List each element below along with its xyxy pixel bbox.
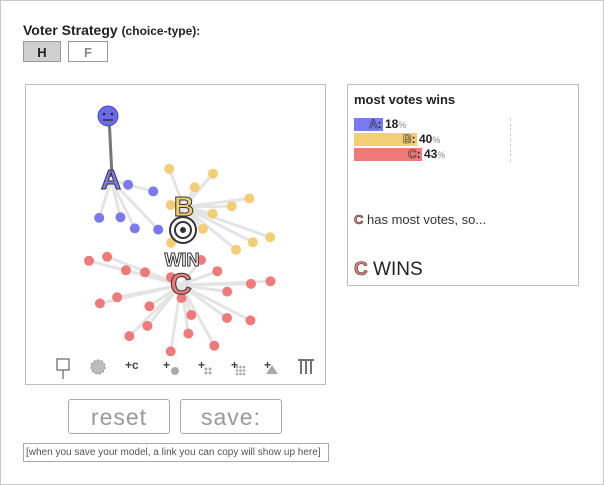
result-label-c: C: 43% <box>408 147 446 162</box>
message-candidate-letter: C <box>354 212 364 228</box>
simulation-svg[interactable]: A B WIN C +c + + + + <box>26 85 325 384</box>
voter-dot <box>121 265 131 276</box>
voter-dot <box>124 331 135 342</box>
add-triangle-icon[interactable]: + <box>264 358 278 374</box>
candidate-a-marker[interactable]: A <box>100 164 121 196</box>
voter-dot <box>153 224 164 235</box>
voter-dot <box>183 328 194 339</box>
voter-dot <box>246 278 256 289</box>
voter-dot <box>144 301 155 312</box>
voter-dot <box>222 286 233 297</box>
voter-dot <box>84 255 94 266</box>
svg-text:+c: +c <box>125 358 139 372</box>
result-label-a: A: 18% <box>369 117 407 132</box>
win-label: WIN <box>165 250 200 270</box>
winner-text: WINS <box>367 259 423 280</box>
delete-trash-icon[interactable] <box>298 359 314 374</box>
voter-dot <box>142 320 153 331</box>
strategy-title-text: Voter Strategy <box>23 22 118 38</box>
simulation-canvas[interactable]: A B WIN C +c + + + + <box>25 84 326 385</box>
voter-dot <box>112 292 123 303</box>
result-label-b: B: 40% <box>403 132 441 147</box>
save-link-field[interactable]: [when you save your model, a link you ca… <box>23 443 329 462</box>
strategy-f-button[interactable]: F <box>68 41 108 62</box>
voter-dot <box>94 298 105 309</box>
svg-text:+: + <box>163 358 170 372</box>
add-voter-group-icon[interactable]: + <box>198 358 212 375</box>
voter-dot <box>197 223 208 234</box>
voter-dot <box>123 179 134 190</box>
voter-dot <box>265 232 276 243</box>
reset-button[interactable]: reset <box>68 399 170 434</box>
strategy-title: Voter Strategy (choice-type): <box>23 22 200 38</box>
message-text: has most votes, so... <box>363 212 487 227</box>
winner-candidate-letter: C <box>354 259 368 281</box>
voter-ballot-icon[interactable] <box>56 358 70 379</box>
sim-toolbar: +c + + + + <box>56 358 314 379</box>
voter-dot <box>207 208 218 219</box>
add-voter-icon[interactable]: + <box>163 358 179 375</box>
strategy-h-button[interactable]: H <box>23 41 61 62</box>
voter-dot <box>207 168 218 179</box>
voter-dot <box>164 163 175 174</box>
results-title: most votes wins <box>354 92 456 107</box>
winner-target-icon <box>169 216 197 244</box>
voter-dot <box>226 201 237 212</box>
voter-dot <box>244 193 255 204</box>
voter-dot <box>209 340 220 351</box>
voter-dot <box>231 244 241 255</box>
voter-dot <box>186 310 197 320</box>
add-candidate-icon[interactable]: +c <box>125 358 139 372</box>
voter-dot <box>115 212 126 223</box>
strategy-subtitle: (choice-type): <box>121 24 201 38</box>
svg-text:+: + <box>198 358 205 372</box>
settings-gear-icon[interactable] <box>90 359 106 375</box>
voter-dot <box>245 315 256 326</box>
voter-dot <box>129 223 140 234</box>
voter-dot <box>222 313 232 323</box>
voter-handle[interactable] <box>97 105 119 127</box>
voter-dot <box>165 346 176 357</box>
voter-dot <box>94 212 105 223</box>
voter-dot <box>140 267 150 278</box>
add-voter-crowd-icon[interactable]: + <box>231 358 246 376</box>
voter-dot <box>212 266 223 277</box>
winner-line: C WINS <box>354 259 423 281</box>
voter-dot <box>265 276 276 287</box>
threshold-line <box>510 118 511 162</box>
voter-dot <box>148 186 159 197</box>
results-message: C has most votes, so... <box>354 212 487 228</box>
voter-dot <box>102 251 113 262</box>
candidate-c-marker[interactable]: C <box>170 268 193 302</box>
save-button[interactable]: save: <box>180 399 282 434</box>
results-panel: most votes wins A: 18% B: 40% C: 43% C has… <box>347 84 579 286</box>
voter-dot <box>247 237 258 248</box>
